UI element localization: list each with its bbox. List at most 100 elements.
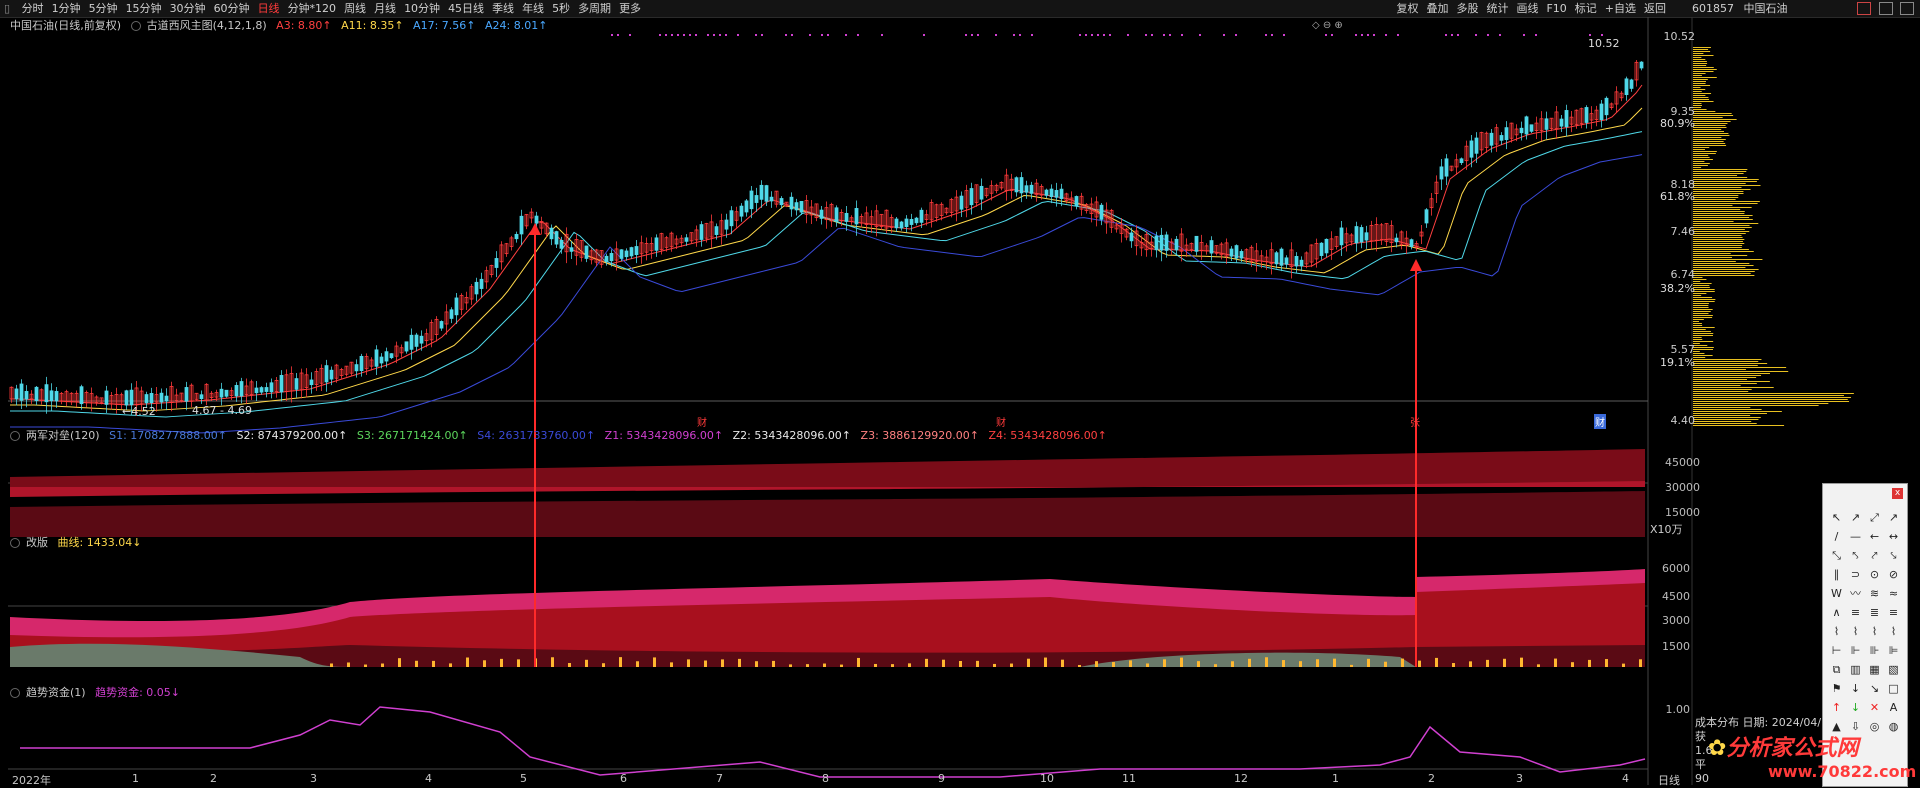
draw-tool-icon[interactable]: ↑	[1827, 698, 1846, 717]
draw-tool-icon[interactable]: ∧	[1827, 603, 1846, 622]
period-tab[interactable]: 45日线	[444, 0, 488, 17]
flower-logo-icon: ✿	[1708, 736, 1727, 761]
draw-tool-icon[interactable]: ↘	[1865, 679, 1884, 698]
period-tab[interactable]: 更多	[615, 0, 645, 17]
draw-tool-icon[interactable]: ▦	[1865, 660, 1884, 679]
draw-tool-icon[interactable]: ▧	[1884, 660, 1903, 679]
draw-tool-icon[interactable]: ≡	[1846, 603, 1865, 622]
draw-tool-icon[interactable]: ⤣	[1846, 546, 1865, 565]
stock-chart[interactable]	[0, 17, 1920, 785]
draw-tool-icon[interactable]: ⊃	[1846, 565, 1865, 584]
grid-icon[interactable]	[1878, 2, 1893, 15]
candles	[9, 60, 1644, 417]
list-icon[interactable]	[1900, 2, 1914, 15]
toolbar-action[interactable]: 复权	[1392, 0, 1422, 17]
period-tab[interactable]: 60分钟	[210, 0, 254, 17]
draw-tool-icon[interactable]: ↗	[1884, 508, 1903, 527]
pane2-tick: 45000	[1665, 456, 1700, 469]
pane2-settings-icon[interactable]	[10, 431, 20, 441]
toolbar-action[interactable]: 统计	[1482, 0, 1512, 17]
draw-tool-icon[interactable]: ⊪	[1865, 641, 1884, 660]
draw-tool-icon[interactable]: ⌇	[1884, 622, 1903, 641]
draw-tool-icon[interactable]: ∥	[1827, 565, 1846, 584]
toolbar-action[interactable]: 多股	[1452, 0, 1482, 17]
period-tab[interactable]: 分时	[18, 0, 48, 17]
draw-tool-icon[interactable]: ▥	[1846, 660, 1865, 679]
draw-tool-icon[interactable]: ↓	[1846, 698, 1865, 717]
window-icon[interactable]	[1857, 2, 1871, 15]
draw-tool-icon[interactable]: ⌇	[1827, 622, 1846, 641]
draw-tool-icon[interactable]: ≣	[1865, 603, 1884, 622]
draw-tool-icon[interactable]: ⊙	[1865, 565, 1884, 584]
scale-icons[interactable]: ◇ ⊖ ⊕	[1312, 20, 1343, 31]
flag-marker[interactable]: 财	[1594, 414, 1606, 429]
period-tab[interactable]: 月线	[370, 0, 400, 17]
x-tick: 5	[520, 772, 527, 785]
cost-info-line: 成本分布 日期: 2024/04/10	[1695, 716, 1836, 729]
x-tick: 8	[822, 772, 829, 785]
draw-tool-icon[interactable]: □	[1884, 679, 1903, 698]
draw-tool-icon[interactable]: ↓	[1846, 679, 1865, 698]
pane4-tick: 1.00	[1665, 703, 1691, 716]
draw-tool-icon[interactable]: ⧉	[1827, 660, 1846, 679]
draw-tool-icon[interactable]: ↖	[1827, 508, 1846, 527]
draw-tool-icon[interactable]: ↗	[1846, 508, 1865, 527]
pane4-title: 趋势资金(1)	[26, 686, 86, 699]
period-tab[interactable]: 日线	[254, 0, 284, 17]
draw-tool-icon[interactable]: ≡	[1884, 603, 1903, 622]
toolbar-action[interactable]: 标记	[1571, 0, 1601, 17]
draw-tool-icon[interactable]: ⌇	[1865, 622, 1884, 641]
draw-tool-icon[interactable]: ✕	[1865, 698, 1884, 717]
period-tab[interactable]: 15分钟	[122, 0, 166, 17]
draw-tool-icon[interactable]: ⚑	[1827, 679, 1846, 698]
draw-tool-icon[interactable]: ⊫	[1884, 641, 1903, 660]
draw-tool-icon[interactable]: —	[1846, 527, 1865, 546]
toolbar-action[interactable]: +自选	[1601, 0, 1640, 17]
period-tab[interactable]: 年线	[518, 0, 548, 17]
draw-tool-icon[interactable]: A	[1884, 698, 1903, 717]
period-tab[interactable]: 1分钟	[48, 0, 85, 17]
draw-tool-icon[interactable]: ≈	[1884, 584, 1903, 603]
period-tab[interactable]: 季线	[488, 0, 518, 17]
flag-marker[interactable]: 财	[996, 414, 1006, 429]
x-tick: 6	[620, 772, 627, 785]
toolbar-action[interactable]: 返回	[1640, 0, 1670, 17]
draw-tool-icon[interactable]: ≋	[1865, 584, 1884, 603]
draw-tool-icon[interactable]: ⤡	[1827, 546, 1846, 565]
flag-marker[interactable]: 张	[1410, 414, 1420, 429]
period-tab[interactable]: 10分钟	[400, 0, 444, 17]
flag-marker[interactable]: 财	[697, 414, 707, 429]
draw-tool-icon[interactable]: ⌇	[1846, 622, 1865, 641]
draw-tool-icon[interactable]: ←	[1865, 527, 1884, 546]
low-annotation-value: 4.52	[131, 405, 156, 418]
draw-tool-icon[interactable]: ⊢	[1827, 641, 1846, 660]
draw-tool-icon[interactable]: W	[1827, 584, 1846, 603]
toolbar-action[interactable]: F10	[1542, 0, 1570, 17]
period-tab[interactable]: 分钟*120	[284, 0, 341, 17]
period-tab[interactable]: 多周期	[574, 0, 615, 17]
draw-tool-icon[interactable]: ⤥	[1884, 546, 1903, 565]
x-tick: 4	[1622, 772, 1629, 785]
pane3-settings-icon[interactable]	[10, 538, 20, 548]
draw-tool-icon[interactable]: ⤤	[1865, 546, 1884, 565]
period-tab[interactable]: 5秒	[548, 0, 574, 17]
x-tick: 7	[716, 772, 723, 785]
draw-tool-icon[interactable]: ⊘	[1884, 565, 1903, 584]
draw-tool-icon[interactable]: ⊩	[1846, 641, 1865, 660]
period-label[interactable]: 日线	[1658, 772, 1680, 788]
pane4-settings-icon[interactable]	[10, 688, 20, 698]
toolbar-action[interactable]: 画线	[1512, 0, 1542, 17]
draw-tool-icon[interactable]: /	[1827, 527, 1846, 546]
period-tab[interactable]: 5分钟	[85, 0, 122, 17]
draw-tool-icon[interactable]: 〰	[1846, 584, 1865, 603]
menu-toggle[interactable]: ▯	[0, 0, 14, 17]
stock-code: 601857	[1692, 2, 1734, 15]
pane2-tick: 15000	[1665, 506, 1700, 519]
draw-tool-icon[interactable]: ⤢	[1865, 508, 1884, 527]
close-icon[interactable]: x	[1892, 488, 1903, 499]
toolbar-action[interactable]: 叠加	[1422, 0, 1452, 17]
period-tab[interactable]: 30分钟	[166, 0, 210, 17]
draw-tool-icon[interactable]: ↔	[1884, 527, 1903, 546]
pane2-z4: Z4: 5343428096.00↑	[988, 429, 1107, 442]
period-tab[interactable]: 周线	[340, 0, 370, 17]
